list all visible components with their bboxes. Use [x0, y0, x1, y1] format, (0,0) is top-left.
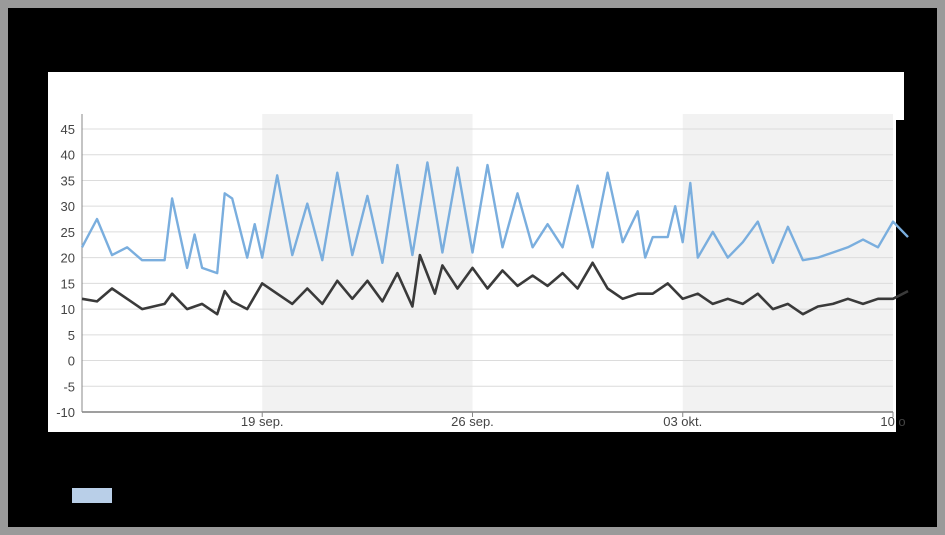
x-axis-ticks: 19 sep. 26 sep. 03 okt. 10 o	[241, 412, 906, 429]
x-tick-label: 26 sep.	[451, 414, 494, 429]
y-tick-label: 0	[68, 354, 75, 369]
line-chart: 45 40 35 30 25 20 15 10 5 0 -5 -10 19 sep. 26 sep. 03…	[56, 114, 909, 429]
x-tick-label: 19 sep.	[241, 414, 284, 429]
x-tick-label: 03 okt.	[663, 414, 702, 429]
y-tick-label: 5	[68, 328, 75, 343]
y-tick-label: 45	[61, 122, 75, 137]
y-tick-label: 25	[61, 225, 75, 240]
y-tick-label: 15	[61, 276, 75, 291]
y-tick-label: -10	[56, 405, 75, 420]
y-tick-label: -5	[63, 379, 75, 394]
y-axis-ticks: 45 40 35 30 25 20 15 10 5 0 -5 -10	[56, 122, 75, 420]
y-tick-label: 10	[61, 302, 75, 317]
x-tick-label: 10 o	[880, 414, 905, 429]
week-band	[262, 114, 473, 412]
y-tick-label: 40	[61, 148, 75, 163]
y-tick-label: 30	[61, 199, 75, 214]
week-band	[682, 114, 893, 412]
y-tick-label: 35	[61, 173, 75, 188]
week-bands	[262, 114, 893, 412]
y-tick-label: 20	[61, 251, 75, 266]
